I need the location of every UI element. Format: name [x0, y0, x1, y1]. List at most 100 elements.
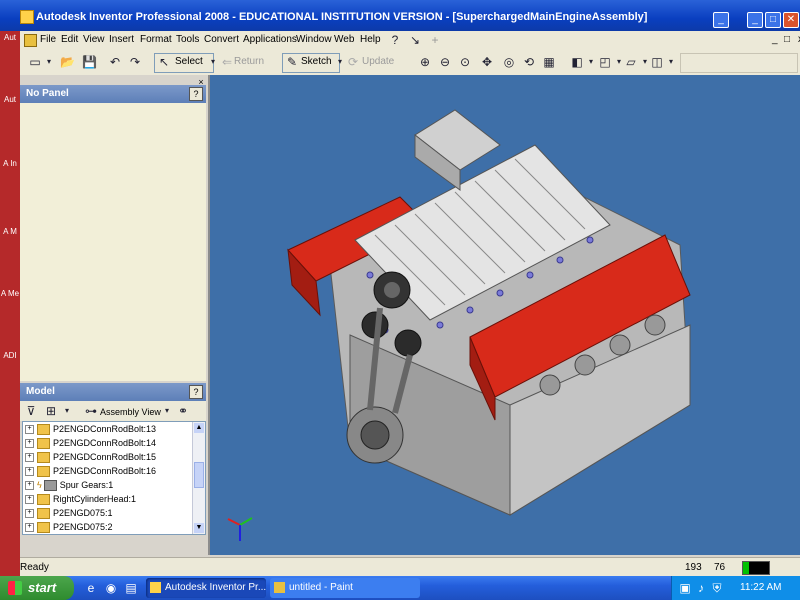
expand-icon[interactable]: + [25, 481, 34, 491]
update-icon[interactable]: ⟳ [346, 55, 360, 69]
dropdown-arrow-icon[interactable]: ▾ [664, 55, 678, 69]
arrow-icon[interactable]: ↘ [408, 33, 422, 47]
expand-icon[interactable]: + [25, 509, 34, 519]
new-file-icon[interactable]: ▭ [28, 55, 42, 69]
tree-view-icon[interactable]: ⊞ [44, 404, 58, 418]
tree-node[interactable]: + RightCylinderHead:1 [25, 493, 136, 506]
assembly-view-dropdown[interactable]: Assembly View [100, 404, 161, 420]
tree-node[interactable]: + P2ENGD075:2 [25, 521, 113, 534]
menu-help[interactable]: Help [360, 34, 381, 45]
menu-window[interactable]: Window [296, 34, 332, 45]
scroll-up-icon[interactable]: ▲ [194, 423, 204, 433]
close-button[interactable]: ✕ [783, 12, 799, 28]
desktop-icon-label[interactable]: Aut [0, 95, 20, 104]
rotate-icon[interactable]: ⟲ [522, 55, 536, 69]
display-mode-icon[interactable]: ◧ [570, 55, 584, 69]
menu-format[interactable]: Format [140, 34, 172, 45]
desktop-icon-label[interactable]: A M [0, 227, 20, 236]
dropdown-arrow-icon[interactable]: ▾ [60, 404, 74, 418]
document-icon[interactable] [24, 34, 37, 47]
return-icon[interactable]: ⇐ [220, 55, 234, 69]
desktop-icon-label[interactable]: A In [0, 159, 20, 168]
panel-close-button[interactable]: × [196, 77, 206, 87]
start-button[interactable]: start [0, 576, 74, 600]
return-button[interactable]: Return [234, 54, 264, 70]
expand-icon[interactable]: + [25, 523, 34, 533]
plus-icon[interactable]: + [428, 33, 442, 47]
model-help-button[interactable]: ? [189, 385, 203, 399]
doc-minimize-button[interactable]: _ [772, 34, 778, 45]
dropdown-arrow-icon[interactable]: ▾ [206, 55, 220, 69]
color-style-dropdown[interactable] [680, 53, 798, 73]
select-button[interactable]: ↖ Select [154, 53, 214, 73]
model-browser-header[interactable]: Model ? [20, 383, 206, 401]
zoom-all-icon[interactable]: ⊕ [418, 55, 432, 69]
desktop-icon-label[interactable]: Aut [0, 33, 20, 42]
minimize-button[interactable]: _ [713, 12, 729, 28]
tree-scrollbar[interactable]: ▲ ▼ [192, 422, 205, 534]
scroll-thumb[interactable] [194, 462, 204, 488]
panel-title[interactable]: No Panel [26, 88, 69, 99]
clock[interactable]: 11:22 AM [740, 582, 782, 593]
ie-icon[interactable]: e [84, 581, 98, 595]
filter-icon[interactable]: ⊽ [24, 404, 38, 418]
tray-volume-icon[interactable]: ♪ [694, 581, 708, 595]
sketch-button[interactable]: ✎ Sketch [282, 53, 340, 73]
menu-applications[interactable]: Applications [243, 34, 297, 45]
menu-tools[interactable]: Tools [176, 34, 199, 45]
open-file-icon[interactable]: 📂 [60, 55, 75, 69]
menu-edit[interactable]: Edit [61, 34, 78, 45]
media-player-icon[interactable]: ◉ [104, 581, 118, 595]
tree-node[interactable]: + P2ENGDConnRodBolt:14 [25, 437, 156, 450]
graphics-viewport[interactable] [210, 75, 800, 555]
minimize-window-button[interactable]: _ [747, 12, 763, 28]
show-desktop-icon[interactable]: ▤ [124, 581, 138, 595]
zoom-selected-icon[interactable]: ◎ [502, 55, 516, 69]
update-button[interactable]: Update [362, 54, 394, 70]
menu-web[interactable]: Web [334, 34, 354, 45]
tree-node[interactable]: + P2ENGDConnRodBolt:13 [25, 423, 156, 436]
inventor-app-icon[interactable] [20, 10, 34, 24]
taskbar-item-paint[interactable]: untitled - Paint [270, 578, 420, 598]
title-bar[interactable]: Autodesk Inventor Professional 2008 - ED… [0, 0, 800, 31]
expand-icon[interactable]: + [25, 439, 34, 449]
tray-network-icon[interactable]: ▣ [678, 581, 692, 595]
dropdown-arrow-icon[interactable]: ▾ [42, 55, 56, 69]
zoom-icon[interactable]: ⊖ [438, 55, 452, 69]
menu-file[interactable]: File [40, 34, 56, 45]
save-icon[interactable]: 💾 [82, 55, 97, 69]
look-at-icon[interactable]: ▦ [542, 55, 556, 69]
menu-convert[interactable]: Convert [204, 34, 239, 45]
expand-icon[interactable]: + [25, 453, 34, 463]
expand-icon[interactable]: + [25, 425, 34, 435]
tray-security-icon[interactable]: ⛨ [710, 581, 724, 595]
desktop-icon-label[interactable]: A Me [0, 289, 20, 298]
expand-icon[interactable]: + [25, 495, 34, 505]
tree-node[interactable]: + P2ENGDConnRodBolt:15 [25, 451, 156, 464]
dropdown-arrow-icon[interactable]: ▾ [333, 55, 347, 69]
section-view-icon[interactable]: ◫ [650, 55, 664, 69]
camera-icon[interactable]: ◰ [598, 55, 612, 69]
tree-node[interactable]: + P2ENGD075:1 [25, 507, 113, 520]
menu-view[interactable]: View [83, 34, 105, 45]
scroll-down-icon[interactable]: ▼ [194, 523, 204, 533]
redo-icon[interactable]: ↷ [128, 55, 142, 69]
zoom-window-icon[interactable]: ⊙ [458, 55, 472, 69]
doc-restore-button[interactable]: □ [784, 34, 790, 45]
dropdown-arrow-icon[interactable]: ▾ [584, 55, 598, 69]
undo-icon[interactable]: ↶ [108, 55, 122, 69]
tree-node[interactable]: + ϟ Spur Gears:1 [25, 479, 113, 492]
model-title[interactable]: Model [26, 386, 55, 397]
pan-icon[interactable]: ✥ [480, 55, 494, 69]
taskbar-item-inventor[interactable]: Autodesk Inventor Pr... [146, 578, 266, 598]
expand-icon[interactable]: + [25, 467, 34, 477]
dropdown-arrow-icon[interactable]: ▾ [160, 404, 174, 418]
menu-insert[interactable]: Insert [109, 34, 134, 45]
panel-bar-header[interactable]: No Panel ? [20, 85, 206, 103]
desktop-icon-label[interactable]: ADI [0, 351, 20, 360]
panel-help-button[interactable]: ? [189, 87, 203, 101]
tree-node[interactable]: + P2ENGDConnRodBolt:16 [25, 465, 156, 478]
find-binoculars-icon[interactable]: ⚭ [176, 404, 190, 418]
maximize-button[interactable]: □ [765, 12, 781, 28]
whats-this-help-icon[interactable]: ? [388, 33, 402, 47]
